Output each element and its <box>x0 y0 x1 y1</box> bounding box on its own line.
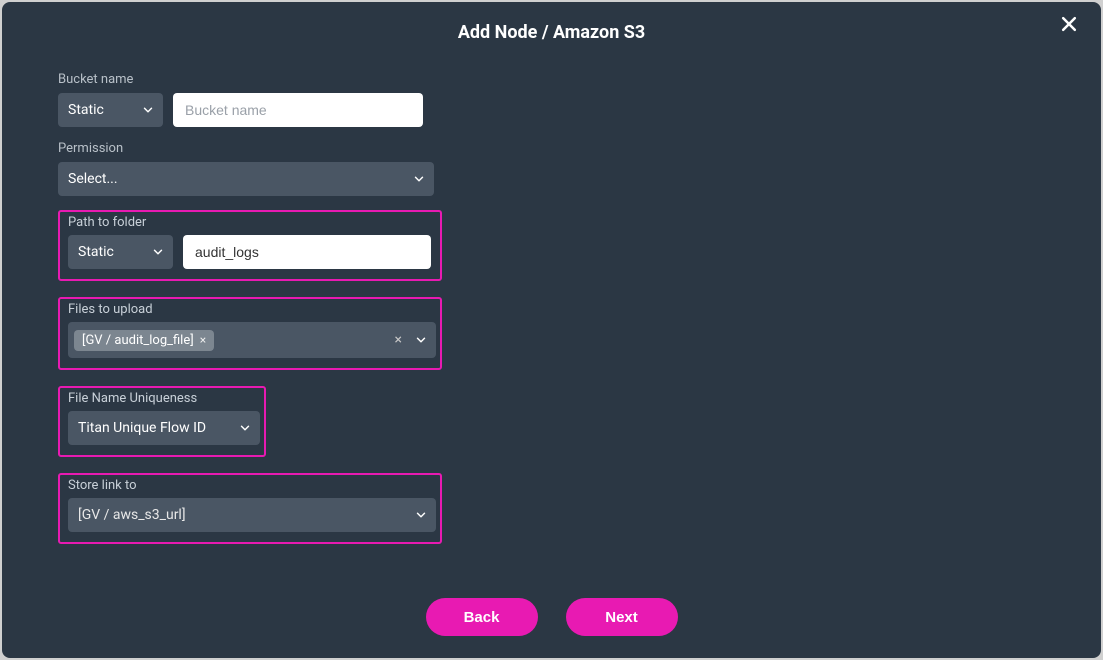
close-button[interactable] <box>1059 14 1083 38</box>
files-upload-group: Files to upload [GV / audit_log_file] × … <box>58 297 442 370</box>
path-folder-group: Path to folder Static <box>58 210 442 281</box>
uniqueness-select[interactable]: Titan Unique Flow ID <box>68 411 260 445</box>
bucket-name-label: Bucket name <box>58 72 550 87</box>
add-node-modal: Add Node / Amazon S3 Bucket name Static … <box>2 2 1101 658</box>
bucket-name-input[interactable] <box>173 93 423 127</box>
bucket-type-select[interactable]: Static <box>58 93 163 127</box>
permission-group: Permission Select... <box>58 141 550 196</box>
files-upload-label: Files to upload <box>68 302 432 317</box>
permission-select[interactable]: Select... <box>58 162 434 196</box>
modal-header: Add Node / Amazon S3 <box>2 2 1101 62</box>
store-link-value: [GV / aws_s3_url] <box>78 507 186 523</box>
uniqueness-group: File Name Uniqueness Titan Unique Flow I… <box>58 386 266 457</box>
store-link-select[interactable]: [GV / aws_s3_url] <box>68 498 436 532</box>
path-folder-label: Path to folder <box>68 215 432 230</box>
chip-remove-icon[interactable]: × <box>200 333 206 347</box>
modal-title: Add Node / Amazon S3 <box>458 22 645 43</box>
clear-all-icon[interactable]: × <box>395 332 402 348</box>
bucket-name-group: Bucket name Static <box>58 72 550 127</box>
path-folder-input[interactable] <box>183 235 431 269</box>
file-chip: [GV / audit_log_file] × <box>74 330 214 351</box>
close-icon <box>1059 14 1079 34</box>
path-type-value: Static <box>78 244 114 260</box>
back-button[interactable]: Back <box>426 598 538 636</box>
chevron-down-icon <box>141 103 155 117</box>
bucket-type-value: Static <box>68 102 104 118</box>
file-chip-label: [GV / audit_log_file] <box>82 333 194 348</box>
next-button[interactable]: Next <box>566 598 678 636</box>
path-type-select[interactable]: Static <box>68 235 173 269</box>
files-upload-field[interactable]: [GV / audit_log_file] × × <box>68 322 436 358</box>
chevron-down-icon <box>414 333 428 347</box>
chevron-down-icon <box>412 172 426 186</box>
permission-value: Select... <box>68 171 118 187</box>
uniqueness-label: File Name Uniqueness <box>68 391 256 406</box>
uniqueness-value: Titan Unique Flow ID <box>78 420 206 436</box>
permission-label: Permission <box>58 141 550 156</box>
chevron-down-icon <box>238 421 252 435</box>
modal-footer: Back Next <box>2 598 1101 636</box>
chevron-down-icon <box>414 508 428 522</box>
store-link-label: Store link to <box>68 478 432 493</box>
store-link-group: Store link to [GV / aws_s3_url] <box>58 473 442 544</box>
chevron-down-icon <box>151 245 165 259</box>
form-body: Bucket name Static Permission Select... … <box>2 62 606 544</box>
